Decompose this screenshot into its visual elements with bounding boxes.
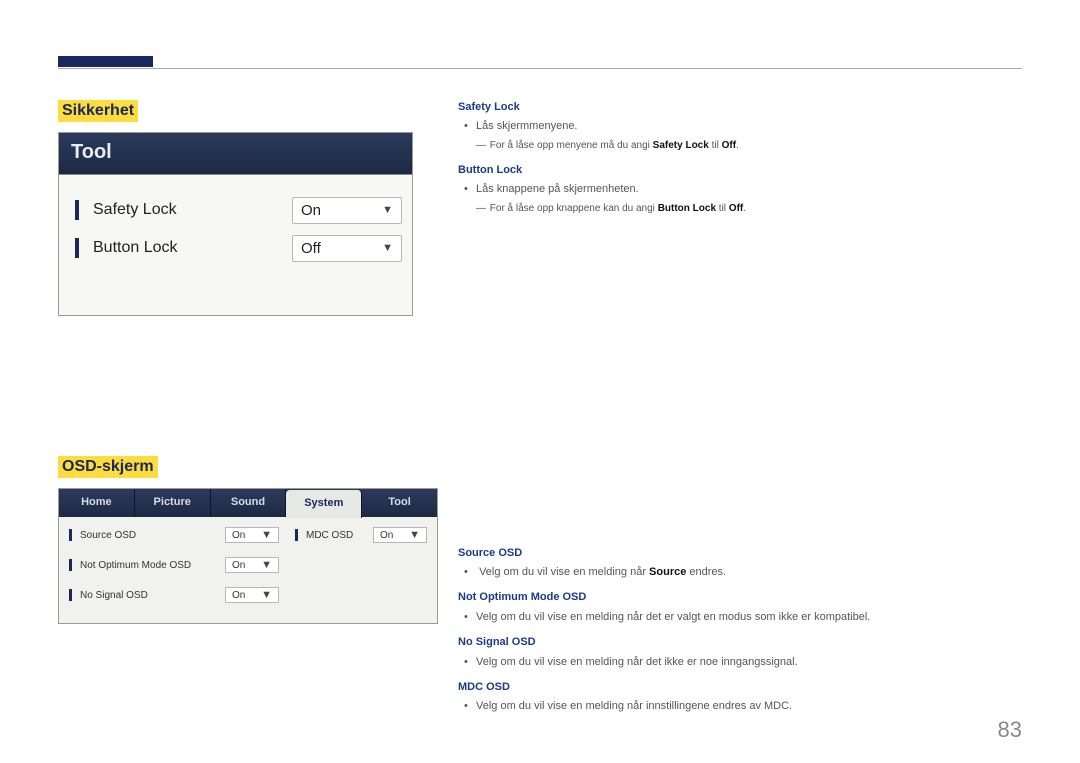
tab-home[interactable]: Home	[59, 489, 135, 517]
osd-row-nosignal: No Signal OSD On ▼	[69, 585, 279, 605]
dropdown-value: On	[301, 202, 321, 219]
row-marker-icon	[75, 238, 79, 258]
mdc-osd-dropdown[interactable]: On ▼	[373, 527, 427, 543]
rc-bullet: Lås knappene på skjermenheten.	[476, 182, 1022, 197]
dropdown-value: On	[232, 530, 245, 541]
chevron-down-icon: ▼	[409, 529, 420, 541]
dropdown-value: Off	[301, 240, 321, 257]
tab-sound[interactable]: Sound	[211, 489, 287, 517]
safety-lock-dropdown[interactable]: On ▼	[292, 197, 402, 224]
tool-row-label: Button Lock	[87, 239, 284, 257]
tab-picture[interactable]: Picture	[135, 489, 211, 517]
tool-row-label: Safety Lock	[87, 201, 284, 219]
section-heading-sikkerhet: Sikkerhet	[58, 100, 138, 122]
osd-screenshot: Home Picture Sound System Tool Source OS…	[58, 488, 438, 624]
chevron-down-icon: ▼	[382, 204, 393, 216]
osd-row-mdc: MDC OSD On ▼	[295, 525, 427, 545]
osd-row-notopt: Not Optimum Mode OSD On ▼	[69, 555, 279, 575]
rc-note: For å låse opp menyene må du angi Safety…	[458, 139, 1022, 153]
row-marker-icon	[69, 589, 72, 601]
row-marker-icon	[69, 529, 72, 541]
tool-title: Tool	[59, 133, 412, 175]
section-heading-osd: OSD-skjerm	[58, 456, 158, 478]
rc-bullet: Velg om du vil vise en melding når Sourc…	[476, 565, 1022, 580]
header-rule	[58, 68, 1022, 69]
rc-note: For å låse opp knappene kan du angi Butt…	[458, 202, 1022, 216]
rc-bullet: Velg om du vil vise en melding når det e…	[476, 610, 1022, 625]
header-navy-bar	[58, 56, 153, 67]
rc-heading-nosignal-osd: No Signal OSD	[458, 635, 1022, 650]
button-lock-dropdown[interactable]: Off ▼	[292, 235, 402, 262]
dropdown-value: On	[232, 590, 245, 601]
osd-row-label: No Signal OSD	[76, 590, 221, 601]
tool-screenshot: Tool Safety Lock On ▼ Button Lock	[58, 132, 413, 316]
rc-heading-source-osd: Source OSD	[458, 546, 1022, 561]
rc-bullet: Lås skjermmenyene.	[476, 119, 1022, 134]
dropdown-value: On	[380, 530, 393, 541]
row-marker-icon	[295, 529, 298, 541]
rc-heading-safety-lock: Safety Lock	[458, 100, 1022, 115]
rc-heading-notopt-osd: Not Optimum Mode OSD	[458, 590, 1022, 605]
nosignal-osd-dropdown[interactable]: On ▼	[225, 587, 279, 603]
notopt-osd-dropdown[interactable]: On ▼	[225, 557, 279, 573]
rc-heading-mdc-osd: MDC OSD	[458, 680, 1022, 695]
chevron-down-icon: ▼	[261, 589, 272, 601]
osd-row-label: MDC OSD	[302, 530, 369, 541]
chevron-down-icon: ▼	[382, 242, 393, 254]
row-marker-icon	[75, 200, 79, 220]
tool-row-button-lock: Button Lock Off ▼	[69, 231, 402, 265]
osd-row-label: Source OSD	[76, 530, 221, 541]
osd-tabs: Home Picture Sound System Tool	[59, 489, 437, 517]
dropdown-value: On	[232, 560, 245, 571]
osd-row-source: Source OSD On ▼	[69, 525, 279, 545]
tab-tool[interactable]: Tool	[362, 489, 437, 517]
row-marker-icon	[69, 559, 72, 571]
chevron-down-icon: ▼	[261, 529, 272, 541]
rc-bullet: Velg om du vil vise en melding når innst…	[476, 699, 1022, 714]
osd-row-label: Not Optimum Mode OSD	[76, 560, 221, 571]
rc-heading-button-lock: Button Lock	[458, 163, 1022, 178]
chevron-down-icon: ▼	[261, 559, 272, 571]
page-number: 83	[998, 717, 1022, 743]
tool-row-safety-lock: Safety Lock On ▼	[69, 193, 402, 227]
source-osd-dropdown[interactable]: On ▼	[225, 527, 279, 543]
rc-bullet: Velg om du vil vise en melding når det i…	[476, 655, 1022, 670]
tab-system[interactable]: System	[286, 490, 362, 518]
